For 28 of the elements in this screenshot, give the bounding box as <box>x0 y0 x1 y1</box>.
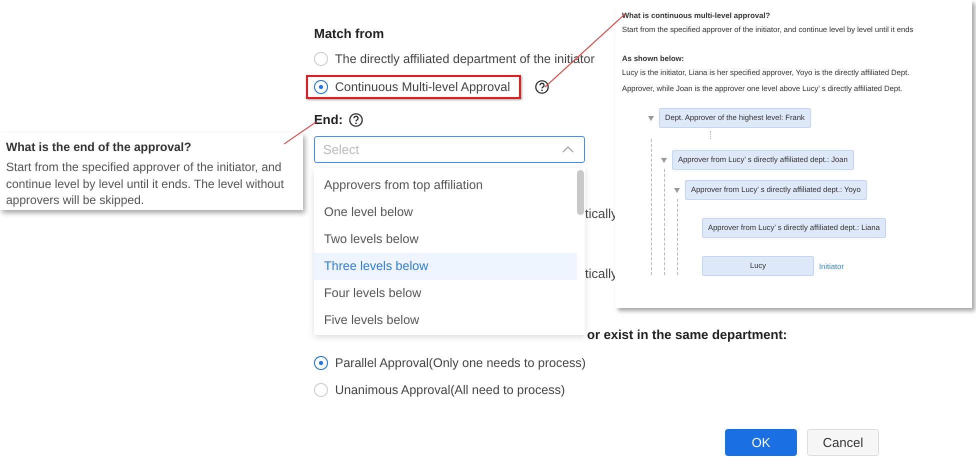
radio-button[interactable] <box>314 356 328 370</box>
field-label: End: <box>314 111 343 129</box>
help-icon[interactable] <box>535 80 550 94</box>
help-icon[interactable] <box>348 113 363 127</box>
radio-button[interactable] <box>314 80 328 94</box>
expand-triangle-icon[interactable] <box>648 116 654 120</box>
dropdown-option[interactable]: Three levels below <box>314 253 577 280</box>
ok-button[interactable]: OK <box>725 429 797 456</box>
dropdown-option[interactable]: Approvers from top affiliation <box>314 172 577 199</box>
option-label[interactable]: Unanimous Approval(All need to process) <box>335 383 565 397</box>
dropdown-option[interactable]: Five levels below <box>314 307 577 334</box>
dropdown-option[interactable]: One level below <box>314 199 577 226</box>
leader-line <box>284 122 316 144</box>
chevron-icon <box>562 146 574 153</box>
option-label[interactable]: Parallel Approval(Only one needs to process) <box>335 356 586 370</box>
radio-button[interactable] <box>314 52 328 66</box>
tooltip-title: What is the end of the approval? <box>6 139 192 155</box>
expand-triangle-icon[interactable] <box>661 158 667 162</box>
dropdown-option[interactable]: Two levels below <box>314 226 577 253</box>
tooltip-text: Start from the specified approver of the initiator, and continue level by level until it ends. The level without approvers will be skipped. <box>6 159 285 208</box>
option-label[interactable]: Continuous Multi-level Approval <box>335 80 510 94</box>
dropdown-option[interactable]: Four levels below <box>314 280 577 307</box>
expand-triangle-icon[interactable] <box>674 188 680 192</box>
scrollbar-thumb[interactable] <box>577 170 584 215</box>
section-label: Match from <box>314 25 384 43</box>
radio-button[interactable] <box>314 383 328 397</box>
cancel-button[interactable]: Cancel <box>807 429 879 456</box>
section-label: or exist in the same department: <box>587 326 788 344</box>
